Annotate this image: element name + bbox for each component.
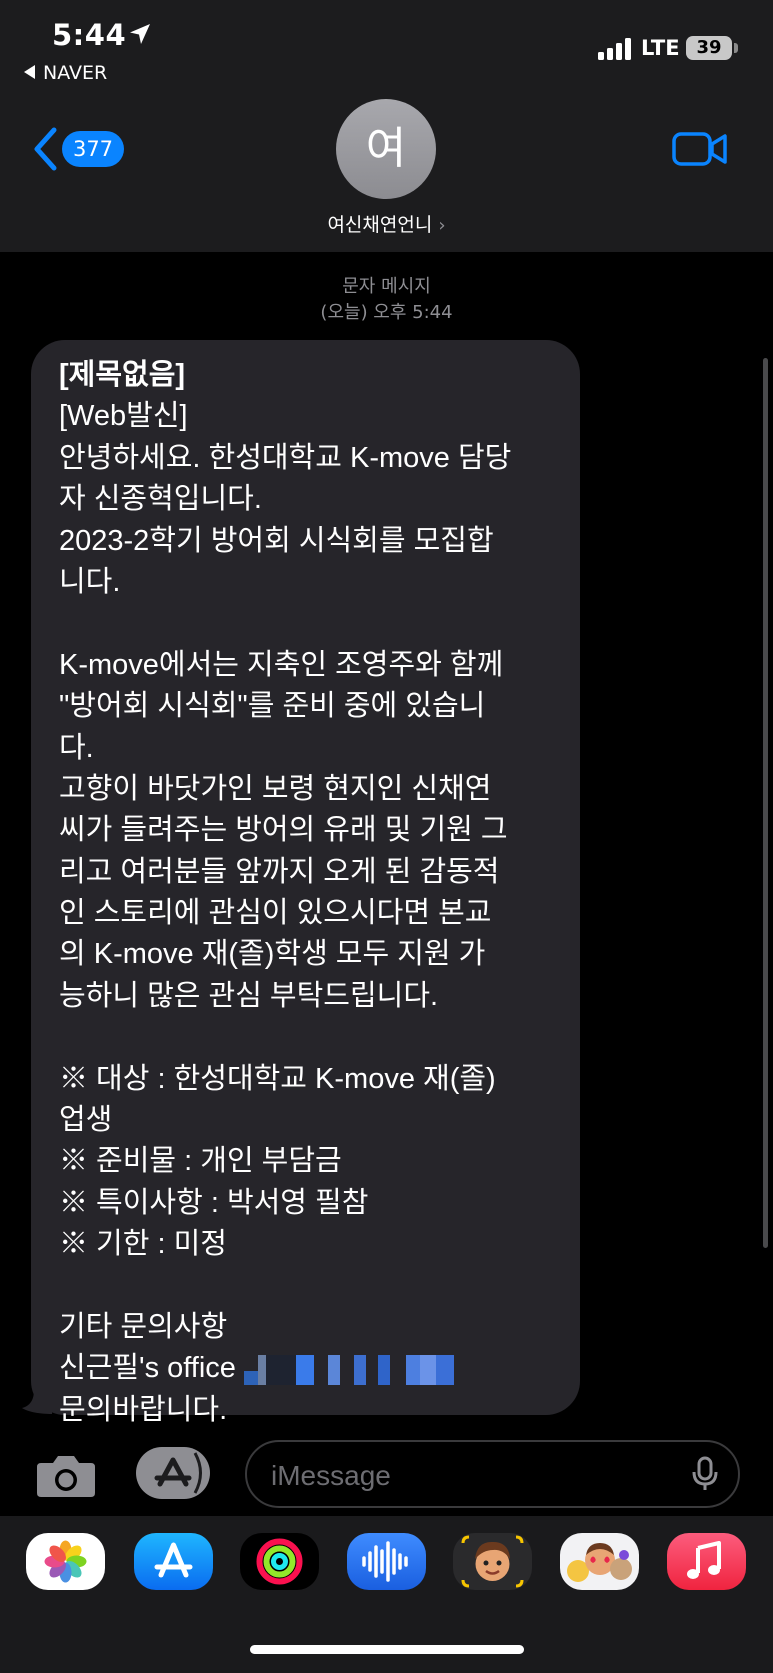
music-app-icon[interactable]	[667, 1533, 746, 1590]
message-line: "방어회 시식회"를 준비 중에 있습니	[59, 690, 486, 723]
message-line: 기타 문의사항	[59, 1310, 228, 1343]
message-line: 고향이 바닷가인 보령 현지인 신채연	[59, 772, 492, 805]
location-arrow-icon	[130, 24, 150, 44]
camera-icon[interactable]	[35, 1453, 97, 1499]
message-line: 자 신종혁입니다.	[59, 483, 262, 516]
message-line: 니다.	[59, 565, 121, 598]
back-to-app-link[interactable]: NAVER	[24, 62, 107, 84]
scroll-indicator[interactable]	[763, 358, 768, 1248]
message-line: 안녕하세요. 한성대학교 K-move 담당	[59, 441, 512, 474]
message-line: [Web발신]	[59, 400, 188, 433]
message-line: ※ 기한 : 미정	[59, 1228, 227, 1261]
app-store-icon	[154, 1452, 202, 1494]
message-line: 능하니 많은 관심 부탁드립니다.	[59, 979, 439, 1012]
input-placeholder: iMessage	[271, 1460, 391, 1491]
contact-name: 여신채연언니	[327, 214, 433, 236]
message-timestamp: (오늘) 오후 5:44	[320, 302, 453, 323]
status-time: 5:44	[52, 18, 127, 52]
app-store-a-icon	[154, 1542, 193, 1578]
activity-app-icon[interactable]	[240, 1533, 319, 1590]
back-chevron-icon[interactable]	[32, 126, 58, 172]
message-line	[59, 1017, 554, 1058]
back-app-label: NAVER	[43, 62, 108, 84]
message-line: 업생	[59, 1104, 113, 1137]
message-line: K-move에서는 지축인 조영주와 함께	[59, 648, 504, 681]
redacted-phone-number	[243, 1354, 454, 1385]
battery-tip	[734, 43, 738, 53]
message-line	[59, 603, 554, 644]
message-line: 문의바랍니다.	[59, 1393, 228, 1426]
message-line: ※ 준비물 : 개인 부담금	[59, 1145, 342, 1178]
message-type-label: 문자 메시지	[342, 276, 431, 297]
app-store-app-icon[interactable]	[134, 1533, 213, 1590]
message-bubble[interactable]: [제목없음] [Web발신] 안녕하세요. 한성대학교 K-move 담당 자 …	[31, 340, 580, 1426]
memoji-stickers-app-icon[interactable]	[560, 1533, 639, 1590]
video-call-icon[interactable]	[672, 131, 728, 167]
message-line: 리고 여러분들 앞까지 오게 된 감동적	[59, 855, 500, 888]
message-line	[59, 1266, 554, 1307]
memoji-app-icon[interactable]	[453, 1533, 532, 1590]
microphone-icon[interactable]	[692, 1456, 718, 1492]
message-line: 씨가 들려주는 방어의 유래 및 기원 그	[59, 814, 508, 847]
bubble-tail	[22, 1390, 52, 1414]
home-indicator[interactable]	[250, 1645, 524, 1654]
message-line: ※ 대상 : 한성대학교 K-move 재(졸)	[59, 1062, 496, 1095]
app-store-button[interactable]	[136, 1447, 210, 1499]
activity-rings-icon	[256, 1538, 303, 1585]
message-line: ※ 특이사항 : 박서영 필참	[59, 1186, 369, 1219]
photos-flower-icon	[44, 1540, 87, 1583]
network-type: LTE	[641, 36, 680, 60]
contact-avatar[interactable]: 여	[336, 99, 436, 199]
imessage-input[interactable]: iMessage	[245, 1440, 740, 1508]
message-line: 인 스토리에 관심이 있으시다면 본교	[59, 897, 492, 930]
chevron-right-icon: ›	[438, 215, 446, 236]
battery-icon: 39	[686, 36, 732, 60]
waveform-icon	[362, 1541, 408, 1582]
back-triangle-icon	[24, 65, 35, 79]
message-line: 다.	[59, 731, 94, 764]
memoji-face-icon	[461, 1535, 524, 1588]
message-line-phone: 신근필's office	[59, 1348, 554, 1389]
message-line: 2023-2학기 방어회 시식회를 모집합	[59, 524, 494, 557]
cellular-signal-icon	[598, 36, 632, 60]
voice-memos-app-icon[interactable]	[347, 1533, 426, 1590]
message-line: 의 K-move 재(졸)학생 모두 지원 가	[59, 938, 486, 971]
contact-name-button[interactable]: 여신채연언니 ›	[0, 210, 773, 237]
unread-count-badge[interactable]: 377	[62, 131, 124, 167]
office-label: 신근필's office	[59, 1352, 236, 1385]
conversation-header: 5:44 NAVER LTE 39 377 여 여신채연언니 ›	[0, 0, 773, 252]
music-note-icon	[687, 1541, 721, 1579]
message-line: [제목없음]	[59, 359, 186, 391]
memoji-stickers-icon	[567, 1543, 632, 1582]
photos-app-icon[interactable]	[26, 1533, 105, 1590]
